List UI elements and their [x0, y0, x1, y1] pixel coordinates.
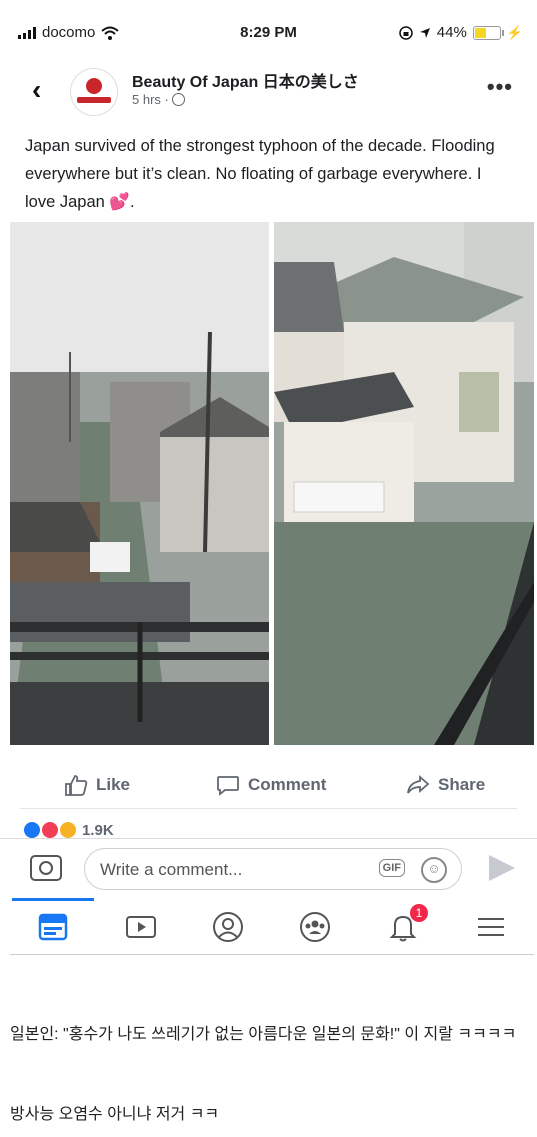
- tab-news-feed[interactable]: [36, 910, 70, 944]
- profile-icon: [213, 912, 243, 942]
- post-caption: Japan survived of the strongest typhoon …: [25, 132, 515, 216]
- caption-text: Japan survived of the strongest typhoon …: [25, 137, 495, 211]
- lock-rotation-icon: [399, 25, 413, 40]
- news-feed-icon: [38, 913, 68, 941]
- post-time[interactable]: 5 hrs ·: [132, 92, 169, 107]
- location-icon: [419, 27, 430, 38]
- globe-icon: [171, 93, 185, 106]
- bottom-tab-bar: 1: [10, 898, 534, 955]
- comment-placeholder: Write a comment...: [100, 860, 243, 879]
- like-reaction-icon: [24, 822, 40, 838]
- post-photos[interactable]: [10, 222, 534, 745]
- battery-level: [474, 27, 487, 38]
- battery-icon: [472, 25, 504, 40]
- camera-icon[interactable]: [30, 855, 62, 881]
- comment-input[interactable]: Write a comment... GIF ☺: [84, 848, 462, 890]
- comment-icon: [217, 776, 239, 796]
- flooded-houses-image: [274, 222, 534, 745]
- comment-label: Comment: [248, 775, 327, 794]
- status-right: 44% ⚡: [399, 24, 523, 41]
- tab-menu[interactable]: [474, 910, 508, 944]
- video-icon: [126, 916, 156, 938]
- heart-emoji: 💕: [109, 193, 130, 211]
- post-actions: Like Comment Share: [0, 766, 537, 806]
- charging-icon: ⚡: [506, 24, 523, 40]
- back-chevron-icon[interactable]: ‹: [32, 74, 41, 106]
- groups-icon: [300, 912, 330, 942]
- korean-comment-2: 방사능 오염수 아니냐 저거 ㅋㅋ: [10, 1106, 220, 1123]
- page-name[interactable]: Beauty Of Japan 日本の美しさ: [132, 68, 359, 92]
- reactions-summary[interactable]: 1.9K: [24, 822, 114, 838]
- reaction-count: 1.9K: [82, 822, 114, 838]
- caption-end: .: [129, 193, 135, 211]
- like-label: Like: [96, 775, 131, 794]
- more-options-icon[interactable]: •••: [487, 74, 513, 100]
- send-icon[interactable]: [489, 855, 515, 881]
- battery-percent: 44%: [436, 24, 467, 41]
- hamburger-menu-icon: [478, 918, 504, 936]
- emoji-icon[interactable]: ☺: [421, 857, 447, 883]
- love-reaction-icon: [42, 822, 58, 838]
- comment-button[interactable]: Comment: [216, 774, 326, 796]
- wow-reaction-icon: [60, 822, 76, 838]
- like-button[interactable]: Like: [64, 774, 130, 796]
- post-header: ‹ Beauty Of Japan 日本の美しさ 5 hrs · •••: [0, 60, 537, 120]
- gif-button[interactable]: GIF: [378, 859, 405, 877]
- tab-notifications[interactable]: 1: [386, 904, 428, 944]
- korean-comment-1: 일본인: "홍수가 나도 쓰레기가 없는 아름다운 일본의 문화!" 이 지랄 …: [10, 1026, 517, 1043]
- tab-watch[interactable]: [124, 910, 158, 944]
- share-button[interactable]: Share: [406, 774, 485, 796]
- active-tab-indicator: [12, 898, 94, 901]
- page-avatar[interactable]: [70, 68, 118, 116]
- flooded-houses-photo[interactable]: [274, 222, 534, 745]
- flooded-street-photo[interactable]: [10, 222, 269, 745]
- notification-badge: 1: [410, 904, 428, 922]
- thumbs-up-icon: [65, 775, 88, 796]
- tab-profile[interactable]: [211, 910, 245, 944]
- actions-divider: [20, 808, 517, 809]
- tab-groups[interactable]: [298, 910, 332, 944]
- comment-bar: Write a comment... GIF ☺: [0, 838, 537, 901]
- share-icon: [407, 775, 430, 794]
- flooded-street-image: [10, 222, 269, 745]
- post-meta: 5 hrs ·: [132, 92, 185, 107]
- share-label: Share: [438, 775, 486, 794]
